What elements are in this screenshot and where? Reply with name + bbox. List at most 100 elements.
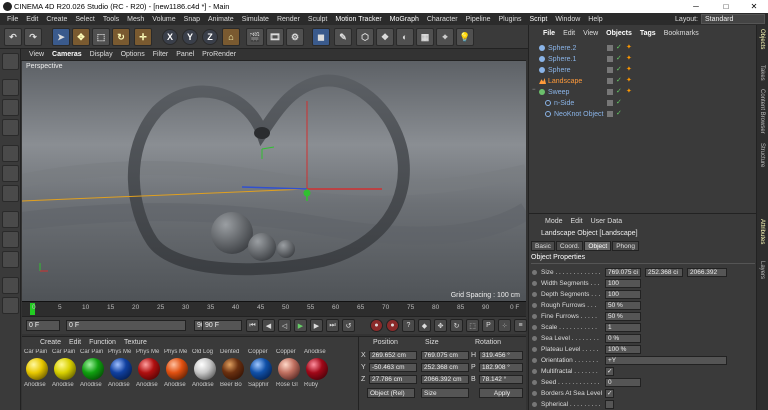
animate-radio[interactable] (532, 402, 537, 407)
key-parameter-icon[interactable]: P (482, 319, 495, 332)
coordinate-system-icon[interactable]: ⌂ (222, 28, 240, 46)
material-menu-texture[interactable]: Texture (120, 339, 151, 346)
object-row-sphere-1[interactable]: Sphere.1 ✓ ✦ (529, 54, 757, 65)
width-segments-input[interactable]: 100 (605, 279, 641, 288)
tab-basic[interactable]: Basic (531, 241, 555, 251)
key-point-icon[interactable]: ⁘ (498, 319, 511, 332)
menu-script[interactable]: Script (525, 16, 551, 23)
animate-radio[interactable] (532, 325, 537, 330)
record-keys-icon[interactable]: ● (370, 319, 383, 332)
position-y-field[interactable]: -50.463 cm (369, 363, 417, 372)
animate-radio[interactable] (532, 292, 537, 297)
live-selection-icon[interactable]: ✛ (134, 28, 152, 46)
animate-radio[interactable] (532, 391, 537, 396)
tab-phong[interactable]: Phong (612, 241, 640, 251)
render-view-icon[interactable]: 🎬 (246, 28, 264, 46)
y-axis-handle[interactable] (303, 189, 311, 197)
z-axis-lock-button[interactable]: Z (202, 29, 218, 45)
sphere-2-object[interactable] (277, 240, 295, 258)
light-icon[interactable]: 💡 (456, 28, 474, 46)
material-swatch[interactable]: Anodise Ruby (304, 349, 330, 389)
sidetab-takes[interactable]: Takes (759, 65, 765, 81)
enabled-check-icon[interactable]: ✓ (616, 98, 622, 106)
scale-icon[interactable]: ⬚ (92, 28, 110, 46)
animate-radio[interactable] (532, 270, 537, 275)
animate-radio[interactable] (532, 303, 537, 308)
prev-key-icon[interactable]: ◀ (262, 319, 275, 332)
menu-motion-tracker[interactable]: Motion Tracker (331, 16, 385, 23)
visibility-toggle[interactable] (607, 78, 613, 84)
rotation-b-field[interactable]: 78.142 ° (479, 375, 523, 384)
menu-sculpt[interactable]: Sculpt (304, 16, 331, 23)
go-to-start-icon[interactable]: ⏮ (246, 319, 259, 332)
viewport-menu-display[interactable]: Display (86, 51, 117, 58)
animate-radio[interactable] (532, 336, 537, 341)
animate-radio[interactable] (532, 281, 537, 286)
object-row-landscape[interactable]: Landscape ✓ ✦ (529, 76, 757, 87)
snapping-icon[interactable] (2, 251, 19, 268)
menu-simulate[interactable]: Simulate (238, 16, 273, 23)
layout-dropdown[interactable]: Standard (701, 14, 765, 24)
key-position-icon[interactable]: ✥ (434, 319, 447, 332)
points-mode-icon[interactable] (2, 145, 19, 162)
edges-mode-icon[interactable] (2, 165, 19, 182)
rotation-p-field[interactable]: 182.908 ° (479, 363, 523, 372)
tweak-mode-icon[interactable] (2, 231, 19, 248)
rotate-icon[interactable]: ↻ (112, 28, 130, 46)
render-picture-viewer-icon[interactable]: 🎞 (266, 28, 284, 46)
object-row-sphere-2[interactable]: Sphere.2 ✓ ✦ (529, 43, 757, 54)
menu-volume[interactable]: Volume (148, 16, 179, 23)
sidetab-layers[interactable]: Layers (759, 261, 765, 279)
maximize-button[interactable]: □ (712, 0, 740, 13)
size-y-input[interactable]: 252.368 ci (645, 268, 683, 277)
material-swatch[interactable]: Car Pain Anodise (52, 349, 78, 389)
menu-character[interactable]: Character (423, 16, 462, 23)
next-key-icon[interactable]: ▶ (310, 319, 323, 332)
enabled-check-icon[interactable]: ✓ (616, 76, 622, 84)
min-frame-field[interactable]: 0 F (66, 320, 186, 331)
sphere-object[interactable] (211, 212, 253, 254)
menu-mesh[interactable]: Mesh (123, 16, 148, 23)
enabled-check-icon[interactable]: ✓ (616, 87, 622, 95)
position-z-field[interactable]: 27.786 cm (369, 375, 417, 384)
material-swatch[interactable]: Dented Beer Bo (220, 349, 246, 389)
borders-checkbox[interactable]: ✓ (605, 389, 614, 398)
menu-create[interactable]: Create (42, 16, 71, 23)
sidetab-objects[interactable]: Objects (759, 29, 765, 49)
viewport-menu-options[interactable]: Options (117, 51, 149, 58)
material-swatch[interactable]: Copper Sapphir (248, 349, 274, 389)
perspective-viewport[interactable]: Perspective Grid Spacing : 100 cm (22, 61, 526, 301)
enabled-check-icon[interactable]: ✓ (616, 65, 622, 73)
move-icon[interactable]: ✥ (72, 28, 90, 46)
phong-tag-icon[interactable]: ✦ (626, 43, 632, 51)
tab-object[interactable]: Object (584, 241, 612, 251)
axis-mode-icon[interactable] (2, 211, 19, 228)
size-x-field[interactable]: 769.075 cm (421, 351, 469, 360)
rotation-h-field[interactable]: 319.456 ° (479, 351, 523, 360)
phong-tag-icon[interactable]: ✦ (626, 76, 632, 84)
viewport-menu-filter[interactable]: Filter (149, 51, 173, 58)
animate-radio[interactable] (532, 369, 537, 374)
enabled-check-icon[interactable]: ✓ (616, 43, 622, 51)
menu-help[interactable]: Help (584, 16, 606, 23)
orientation-dropdown[interactable]: +Y (605, 356, 727, 365)
om-menu-tags[interactable]: Tags (636, 30, 660, 37)
sphere-1-object[interactable] (248, 233, 276, 261)
timeline-ruler[interactable]: 0 5 10 15 20 25 30 35 40 45 50 55 60 65 … (22, 301, 526, 316)
close-button[interactable]: ✕ (740, 0, 768, 13)
attr-menu-edit[interactable]: Edit (567, 218, 587, 225)
menu-render[interactable]: Render (273, 16, 304, 23)
solo-icon[interactable] (2, 277, 19, 294)
go-to-end-icon[interactable]: ⏭ (326, 319, 339, 332)
material-menu-function[interactable]: Function (85, 339, 120, 346)
om-menu-bookmarks[interactable]: Bookmarks (660, 30, 703, 37)
menu-tools[interactable]: Tools (99, 16, 123, 23)
menu-animate[interactable]: Animate (204, 16, 238, 23)
scale-input[interactable]: 1 (605, 323, 641, 332)
attr-menu-user-data[interactable]: User Data (587, 218, 627, 225)
rough-furrows-input[interactable]: 50 % (605, 301, 641, 310)
subdivision-icon[interactable]: ⬡ (356, 28, 374, 46)
scene-icon[interactable]: ▦ (416, 28, 434, 46)
locked-workplane-icon[interactable] (2, 297, 19, 314)
phong-tag-icon[interactable]: ✦ (626, 54, 632, 62)
